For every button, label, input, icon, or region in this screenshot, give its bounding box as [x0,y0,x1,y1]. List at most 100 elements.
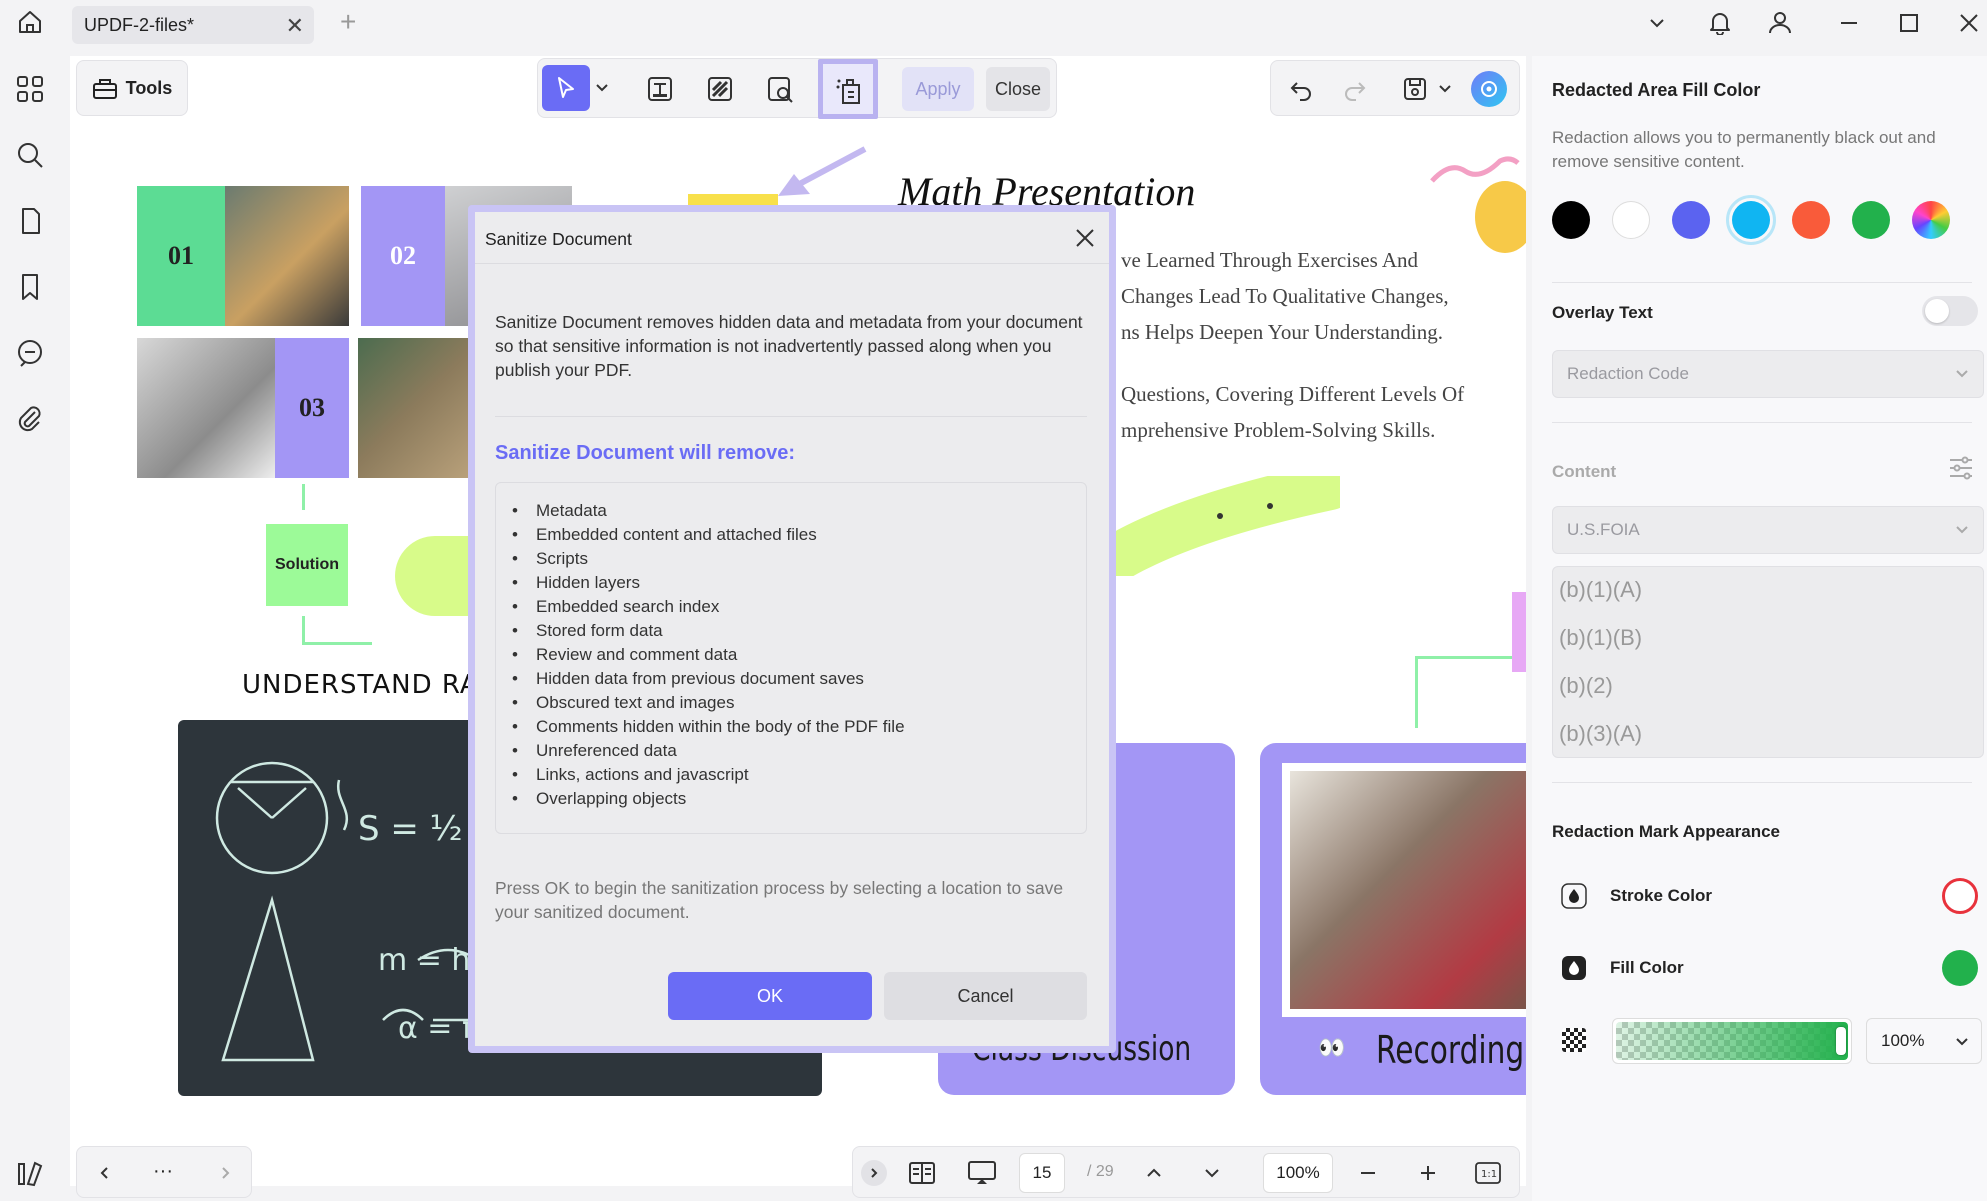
close-redact-button[interactable]: Close [986,67,1050,111]
zoom-out-icon[interactable] [1353,1159,1383,1187]
close-dialog-icon[interactable] [1073,226,1097,250]
overlay-text-placeholder: Redaction Code [1567,364,1689,383]
chevron-down-icon [1956,1038,1968,1046]
photo-teacher [225,186,349,326]
code-item[interactable]: (b)(1)(A) [1559,577,1642,603]
divider [1552,422,1972,423]
actual-size-icon[interactable]: 1:1 [1473,1159,1503,1187]
expand-toolbar-icon[interactable] [861,1160,887,1186]
green-brush-decor [1110,476,1340,576]
previous-page-icon[interactable] [1139,1159,1169,1187]
layers-icon[interactable] [15,1158,45,1188]
stroke-color-swatch[interactable] [1942,878,1978,914]
apply-button[interactable]: Apply [902,67,974,111]
page-number-input[interactable]: 15 [1019,1153,1065,1193]
fill-color-swatch[interactable] [1942,950,1978,986]
stroke-color-label: Stroke Color [1610,886,1713,905]
arrow-decor [760,144,870,204]
redaction-properties-panel: Redacted Area Fill Color Redaction allow… [1532,56,1987,1201]
document-tab[interactable]: UPDF-2-files* ✕ [72,6,314,44]
svg-text:1:1: 1:1 [1481,1169,1497,1180]
sanitize-icon [836,79,860,104]
maximize-icon[interactable] [1894,8,1924,38]
search-redact-icon[interactable] [758,67,802,111]
page-layout-icon[interactable] [905,1157,939,1189]
content-label: Content [1552,462,1617,481]
comments-icon[interactable] [15,338,45,368]
overlay-text-label: Overlay Text [1552,303,1653,322]
code-item[interactable]: (b)(3)(A) [1559,721,1642,747]
photo-geometry [137,338,275,478]
swatch-black[interactable] [1552,201,1590,239]
chevron-down-icon[interactable] [592,75,612,101]
swatch-cyan[interactable] [1732,201,1770,239]
fill-drop-icon [1560,954,1588,982]
more-button[interactable]: ··· [147,1157,179,1185]
zoom-input[interactable]: 100% [1263,1153,1333,1193]
cancel-button[interactable]: Cancel [884,972,1087,1020]
new-tab-button[interactable]: + [340,6,356,38]
tools-button[interactable]: Tools [76,60,188,116]
next-page-icon[interactable] [1197,1159,1227,1187]
dialog-footer-text: Press OK to begin the sanitization proce… [495,878,1064,922]
chevron-down-icon[interactable] [1435,77,1455,101]
overlay-text-toggle[interactable] [1922,296,1978,326]
connector-line [302,484,305,510]
sanitize-document-button[interactable] [818,59,878,119]
chevron-right-icon[interactable] [211,1159,239,1187]
chevron-down-icon[interactable] [1642,8,1672,38]
thumbnails-icon[interactable] [15,74,45,104]
search-icon[interactable] [15,140,45,170]
undo-icon[interactable] [1281,69,1321,109]
content-dropdown[interactable]: U.S.FOIA [1552,506,1984,554]
account-icon[interactable] [1764,6,1796,38]
redact-area-icon[interactable] [698,67,742,111]
redo-icon[interactable] [1335,69,1375,109]
opacity-dropdown[interactable]: 100% [1866,1018,1982,1064]
block-01: 01 [137,186,225,326]
presentation-icon[interactable] [965,1157,999,1189]
list-item: Comments hidden within the body of the P… [496,715,905,739]
content-selected: U.S.FOIA [1567,520,1640,539]
attachment-icon[interactable] [15,404,45,434]
close-window-icon[interactable] [1954,8,1984,38]
opacity-slider[interactable] [1612,1018,1852,1064]
opacity-value: 100% [1881,1031,1925,1050]
bell-icon[interactable] [1704,6,1736,38]
fill-color-heading: Redacted Area Fill Color [1552,80,1761,100]
home-icon[interactable] [14,6,46,38]
chevron-left-icon[interactable] [91,1159,119,1187]
page-paragraph-2: Questions, Covering Different Levels Of … [1121,376,1464,448]
custom-color-picker[interactable] [1912,201,1950,239]
toolbox-icon [92,79,117,99]
redact-text-icon[interactable] [638,67,682,111]
ai-assistant-icon[interactable] [1471,71,1507,107]
sanitize-document-dialog: Sanitize Document Sanitize Document remo… [468,205,1116,1053]
code-item[interactable]: (b)(2) [1559,673,1613,699]
list-item: Metadata [496,499,905,523]
select-tool-button[interactable] [542,65,590,111]
title-bar: UPDF-2-files* ✕ + [0,0,1987,46]
dialog-intro: Sanitize Document removes hidden data an… [495,312,1083,380]
list-item: Review and comment data [496,643,905,667]
divider [495,416,1087,417]
zoom-in-icon[interactable] [1413,1159,1443,1187]
swatch-orange[interactable] [1792,201,1830,239]
pages-icon[interactable] [15,206,45,236]
swatch-green[interactable] [1852,201,1890,239]
opacity-thumb[interactable] [1836,1027,1846,1055]
ok-button[interactable]: OK [668,972,872,1020]
opacity-icon [1562,1028,1586,1052]
tab-title: UPDF-2-files* [84,14,195,35]
close-tab-icon[interactable]: ✕ [286,13,304,39]
save-icon[interactable] [1395,69,1435,109]
swatch-blue[interactable] [1672,201,1710,239]
overlay-text-dropdown[interactable]: Redaction Code [1552,350,1984,398]
code-item[interactable]: (b)(1)(B) [1559,625,1642,651]
connector-line [1415,656,1418,728]
filter-sliders-icon[interactable] [1947,454,1977,484]
bookmark-icon[interactable] [15,272,45,302]
recording-card: 👀 Recording [1260,743,1526,1095]
minimize-icon[interactable] [1834,8,1864,38]
swatch-white[interactable] [1612,201,1650,239]
